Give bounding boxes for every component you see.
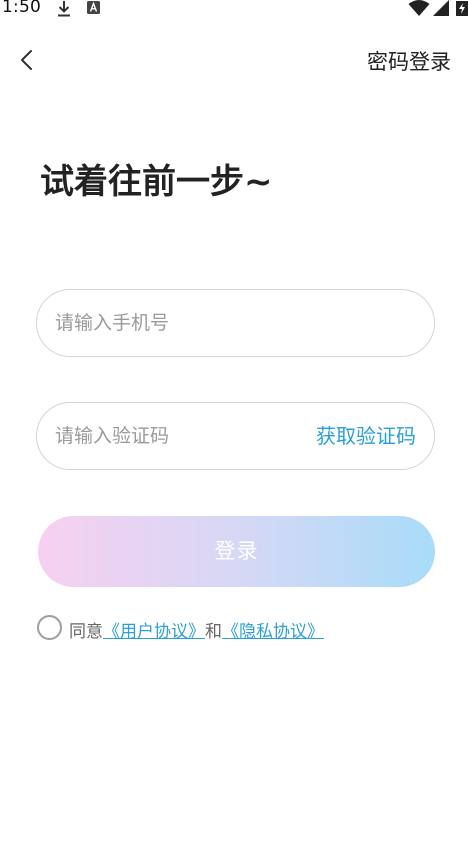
chevron-left-icon [21,50,32,70]
code-input[interactable] [55,403,295,469]
login-button[interactable]: 登录 [38,516,435,587]
code-field: 获取验证码 [36,402,435,470]
battery-icon [456,1,468,16]
agree-label: 同意 [69,622,103,642]
a-icon [87,1,100,14]
back-button[interactable] [10,44,44,78]
wifi-icon [408,0,430,16]
user-agreement-link[interactable]: 《用户协议》 [103,622,205,642]
status-bar: 1:50 [0,0,468,18]
login-screen: 1:50 密码登录 试着往前一步~ 获取验证码 登录 [0,0,468,846]
privacy-policy-link[interactable]: 《隐私协议》 [222,622,324,642]
agree-checkbox[interactable] [37,615,62,640]
and-label: 和 [205,622,222,642]
page-title: 试着往前一步~ [40,162,273,202]
get-code-button[interactable]: 获取验证码 [316,403,416,469]
download-icon [58,1,70,17]
signal-icon [433,0,449,16]
phone-field [36,289,435,357]
agreement-text: 同意《用户协议》和《隐私协议》 [69,617,324,642]
phone-input[interactable] [55,290,415,356]
status-time: 1:50 [2,0,41,17]
password-login-link[interactable]: 密码登录 [367,46,451,76]
